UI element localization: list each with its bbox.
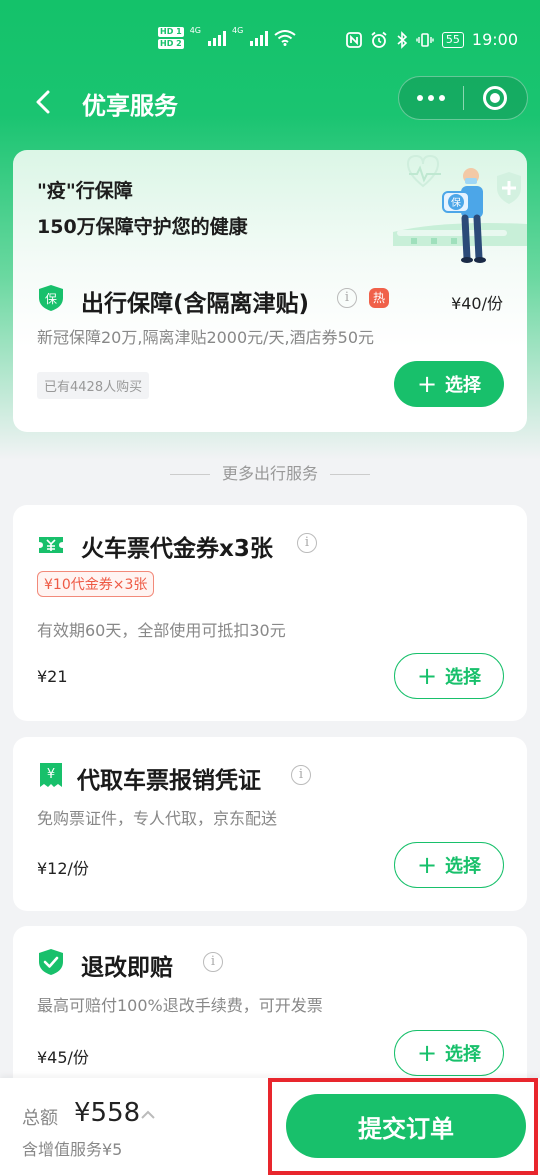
insurance-shield-icon: 保 [39, 285, 63, 311]
sig1-label: 4G [189, 26, 201, 35]
illustration-badge-text: 保 [451, 196, 461, 209]
back-icon[interactable] [30, 86, 58, 118]
plus-icon: + [416, 370, 438, 398]
status-right: 55 19:00 [345, 30, 518, 49]
info-icon[interactable]: i [203, 952, 223, 972]
bottom-bar: 总额 ¥558 含增值服务¥5 提交订单 [0, 1078, 540, 1175]
nfc-icon [345, 31, 362, 48]
service-price: ¥21 [37, 667, 68, 686]
wifi-icon [274, 30, 296, 46]
submit-order-button[interactable]: 提交订单 [286, 1094, 526, 1158]
service-select-button[interactable]: + 选择 [394, 653, 504, 699]
bluetooth-icon [397, 30, 408, 49]
more-button[interactable] [399, 76, 463, 120]
receipt-pickup-card: ¥ 代取车票报销凭证 i 免购票证件，专人代取，京东配送 ¥12/份 + 选择 [13, 737, 527, 911]
more-dot-icon [438, 95, 445, 101]
chevron-up-icon[interactable] [140, 1108, 156, 1120]
hd-indicator: HD 1 HD 2 [158, 26, 184, 50]
more-dot-icon [416, 95, 423, 101]
more-dot-icon [427, 95, 434, 101]
banner-title: "疫"行保障 [37, 180, 133, 202]
clock: 19:00 [471, 30, 518, 49]
hd1-label: HD 1 [158, 27, 184, 37]
refund-compensation-card: 退改即赔 i 最高可赔付100%退改手续费，可开发票 ¥45/份 + 选择 [13, 926, 527, 1100]
plus-icon: + [416, 662, 438, 690]
hd2-label: HD 2 [158, 39, 184, 49]
section-divider: 更多出行服务 [0, 460, 540, 484]
select-label: 选择 [445, 667, 482, 688]
select-label: 选择 [445, 375, 482, 396]
service-description: 最高可赔付100%退改手续费，可开发票 [37, 996, 323, 1015]
hot-badge: 热 [369, 288, 389, 308]
status-left: HD 1 HD 2 4G 4G [158, 26, 296, 50]
info-icon[interactable]: i [291, 765, 311, 785]
coupon-tag: ¥10代金券×3张 [37, 571, 155, 597]
insurance-title: 出行保障(含隔离津贴) [81, 291, 310, 317]
service-title: 代取车票报销凭证 [77, 768, 261, 794]
service-title: 退改即赔 [81, 955, 173, 981]
select-label: 选择 [445, 856, 482, 877]
banner-subtitle: 150万保障守护您的健康 [37, 216, 248, 238]
receipt-icon-glyph: ¥ [47, 767, 55, 782]
target-icon [483, 86, 508, 110]
signal-icon-2 [250, 30, 269, 46]
sig2-label: 4G [231, 26, 244, 35]
service-price: ¥45/份 [37, 1048, 89, 1067]
travel-insurance-card: "疫"行保障 150万保障守护您的健康 保 保 出行保障(含隔离津贴) i 热 … [13, 150, 527, 432]
train-coupon-card: 火车票代金券x3张 i ¥10代金券×3张 有效期60天，全部使用可抵扣30元 … [13, 505, 527, 721]
insurance-select-button[interactable]: + 选择 [394, 361, 504, 407]
battery-icon: 55 [441, 31, 464, 48]
buyers-count: 已有4428人购买 [37, 372, 150, 399]
signal-icon [207, 30, 226, 46]
service-description: 免购票证件，专人代取，京东配送 [37, 809, 278, 828]
status-bar: HD 1 HD 2 4G 4G 55 19:00 [0, 0, 540, 80]
receipt-icon: ¥ [40, 763, 62, 787]
service-price: ¥12/份 [37, 859, 89, 878]
info-icon[interactable]: i [297, 533, 317, 553]
mini-program-capsule [398, 76, 528, 120]
page-title: 优享服务 [82, 92, 178, 120]
total-value[interactable]: ¥558 [74, 1098, 140, 1128]
shield-check-icon [39, 949, 63, 975]
insurance-description: 新冠保障20万,隔离津贴2000元/天,酒店券50元 [37, 328, 375, 347]
shield-icon-glyph: 保 [45, 292, 57, 306]
info-icon[interactable]: i [337, 288, 357, 308]
nav-bar: 优享服务 [0, 76, 540, 128]
close-mini-program-button[interactable] [464, 76, 528, 120]
vibrate-icon [416, 32, 434, 47]
service-select-button[interactable]: + 选择 [394, 842, 504, 888]
select-label: 选择 [445, 1044, 482, 1065]
plus-icon: + [416, 1039, 438, 1067]
insurance-price: ¥40/份 [451, 294, 503, 313]
doctor-illustration: 保 [393, 154, 527, 263]
service-select-button[interactable]: + 选择 [394, 1030, 504, 1076]
total-label: 总额 [22, 1108, 58, 1129]
addon-label: 含增值服务¥5 [22, 1140, 123, 1159]
alarm-icon [371, 31, 387, 48]
ticket-icon [39, 537, 63, 553]
submit-highlight-box: 提交订单 [268, 1078, 538, 1175]
service-description: 有效期60天，全部使用可抵扣30元 [37, 621, 286, 640]
plus-icon: + [416, 851, 438, 879]
service-title: 火车票代金券x3张 [81, 536, 273, 562]
